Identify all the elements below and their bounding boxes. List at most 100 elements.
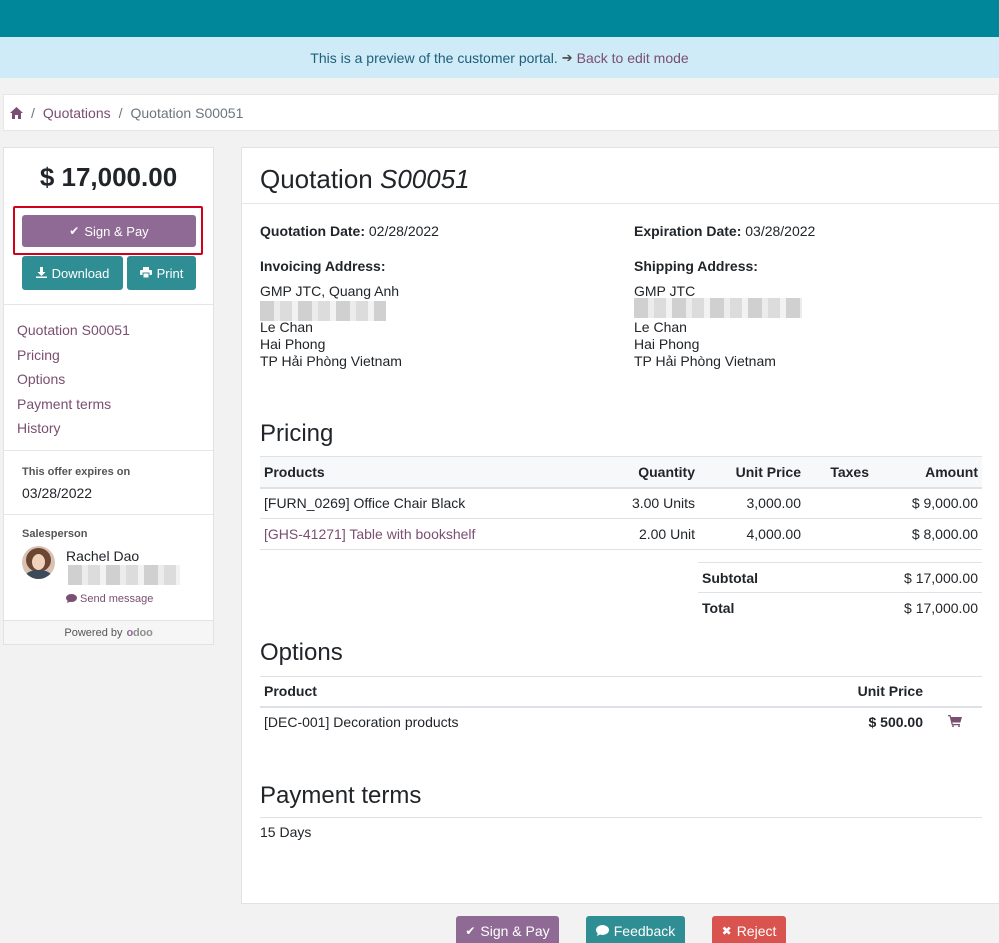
payment-terms-heading: Payment terms — [260, 782, 422, 809]
table-header-row: Products Quantity Unit Price Taxes Amoun… — [260, 456, 982, 489]
top-navbar — [0, 0, 999, 37]
reject-button[interactable]: ✖ Reject — [712, 916, 786, 943]
amount-cell: $ 8,000.00 — [873, 518, 982, 550]
pricing-table: Products Quantity Unit Price Taxes Amoun… — [260, 456, 982, 550]
total-row: Total $ 17,000.00 — [698, 592, 982, 623]
shipping-line: Hai Phong — [634, 336, 700, 352]
invoicing-name: GMP JTC, Quang Anh — [260, 283, 400, 299]
quotation-number: S00051 — [379, 164, 470, 194]
sign-pay-button[interactable]: ✔ Sign & Pay — [22, 215, 196, 247]
shipping-line: TP Hải Phòng Vietnam — [634, 353, 776, 369]
home-icon[interactable] — [10, 106, 23, 119]
comment-icon — [595, 924, 609, 938]
download-button[interactable]: Download — [22, 256, 123, 290]
close-icon: ✖ — [721, 924, 732, 938]
table-header-row: Product Unit Price — [260, 676, 982, 708]
subtotal-label: Subtotal — [698, 562, 823, 593]
divider — [260, 817, 982, 818]
breadcrumb-separator: / — [31, 104, 35, 121]
column-header: Unit Price — [820, 676, 927, 708]
column-header: Unit Price — [699, 456, 805, 489]
powered-by-footer: Powered by odoo — [4, 620, 213, 644]
expiration-date-value: 03/28/2022 — [745, 223, 816, 239]
invoicing-line: Le Chan — [260, 319, 313, 335]
nav-item-options[interactable]: Options — [17, 367, 130, 392]
option-product-cell: [DEC-001] Decoration products — [264, 714, 459, 730]
invoicing-address-label: Invoicing Address: — [260, 258, 386, 274]
unit-price-cell: 4,000.00 — [699, 518, 805, 550]
divider — [4, 514, 213, 515]
taxes-cell — [805, 487, 873, 519]
options-heading: Options — [260, 639, 343, 666]
unit-price-cell: 3,000.00 — [699, 487, 805, 519]
odoo-logo[interactable]: odoo — [127, 627, 153, 639]
product-cell: [FURN_0269] Office Chair Black — [260, 487, 578, 519]
breadcrumb-quotations[interactable]: Quotations — [43, 105, 111, 121]
column-header: Amount — [873, 456, 982, 489]
download-icon — [35, 266, 47, 280]
download-label: Download — [51, 265, 110, 281]
print-button[interactable]: Print — [127, 256, 196, 290]
page-title: Quotation S00051 — [260, 164, 470, 195]
nav-item-payment-terms[interactable]: Payment terms — [17, 392, 130, 417]
cart-icon[interactable] — [947, 715, 962, 730]
product-link[interactable]: [GHS-41271] Table with bookshelf — [260, 518, 578, 550]
column-header: Taxes — [805, 456, 873, 489]
total-value: $ 17,000.00 — [822, 592, 982, 623]
breadcrumb-current: Quotation S00051 — [130, 104, 244, 121]
quotation-date-value: 02/28/2022 — [368, 223, 439, 239]
nav-item-quotation[interactable]: Quotation S00051 — [17, 318, 130, 343]
quantity-cell: 3.00 Units — [578, 487, 699, 519]
total-label: Total — [698, 592, 823, 623]
column-header: Product — [260, 676, 820, 708]
divider — [4, 304, 213, 305]
powered-by-text: Powered by — [64, 626, 123, 639]
sign-pay-label: Sign & Pay — [84, 223, 149, 239]
nav-item-history[interactable]: History — [17, 416, 130, 441]
title-prefix: Quotation — [260, 164, 373, 194]
print-label: Print — [156, 265, 184, 281]
column-header: Products — [260, 456, 578, 489]
blurred-address — [260, 301, 386, 321]
shipping-line: Le Chan — [634, 319, 687, 335]
blurred-address — [634, 298, 802, 318]
feedback-label: Feedback — [613, 923, 676, 939]
option-price-cell: $ 500.00 — [868, 714, 924, 730]
nav-item-pricing[interactable]: Pricing — [17, 343, 130, 368]
expiration-date: Expiration Date: 03/28/2022 — [634, 223, 815, 239]
pricing-heading: Pricing — [260, 420, 334, 447]
send-message-link[interactable]: Send message — [66, 593, 153, 605]
invoicing-line: Hai Phong — [260, 336, 326, 352]
check-icon: ✔ — [465, 924, 476, 938]
quotation-date: Quotation Date: 02/28/2022 — [260, 223, 439, 239]
bottom-sign-pay-label: Sign & Pay — [480, 923, 550, 939]
print-icon — [139, 266, 152, 280]
divider — [242, 203, 999, 204]
avatar — [22, 546, 55, 579]
options-table: Product Unit Price [DEC-001] Decoration … — [260, 676, 982, 737]
subtotal-value: $ 17,000.00 — [822, 562, 982, 593]
breadcrumb: / Quotations / Quotation S00051 — [3, 94, 999, 131]
blurred-contact — [68, 565, 180, 585]
add-to-cart-cell — [927, 707, 982, 737]
table-row: [FURN_0269] Office Chair Black 3.00 Unit… — [260, 487, 982, 519]
quotation-panel: Quotation S00051 Quotation Date: 02/28/2… — [241, 147, 999, 904]
table-row: [GHS-41271] Table with bookshelf 2.00 Un… — [260, 518, 982, 550]
send-message-label: Send message — [80, 593, 154, 605]
sidebar-nav: Quotation S00051 Pricing Options Payment… — [17, 318, 130, 441]
quotation-date-label: Quotation Date: — [260, 223, 365, 239]
back-to-edit-link[interactable]: Back to edit mode — [577, 50, 689, 66]
totals-table: Subtotal $ 17,000.00 Total $ 17,000.00 — [698, 562, 982, 623]
salesperson-label: Salesperson — [22, 528, 88, 540]
bottom-sign-pay-button[interactable]: ✔ Sign & Pay — [456, 916, 559, 943]
comment-icon — [66, 593, 77, 605]
table-row: [DEC-001] Decoration products $ 500.00 — [260, 707, 982, 737]
check-icon: ✔ — [69, 224, 80, 238]
subtotal-row: Subtotal $ 17,000.00 — [698, 562, 982, 593]
portal-preview-banner: This is a preview of the customer portal… — [0, 37, 999, 78]
amount-cell: $ 9,000.00 — [873, 487, 982, 519]
taxes-cell — [805, 518, 873, 550]
column-header: Quantity — [578, 456, 699, 489]
feedback-button[interactable]: Feedback — [586, 916, 685, 943]
divider — [4, 450, 213, 451]
